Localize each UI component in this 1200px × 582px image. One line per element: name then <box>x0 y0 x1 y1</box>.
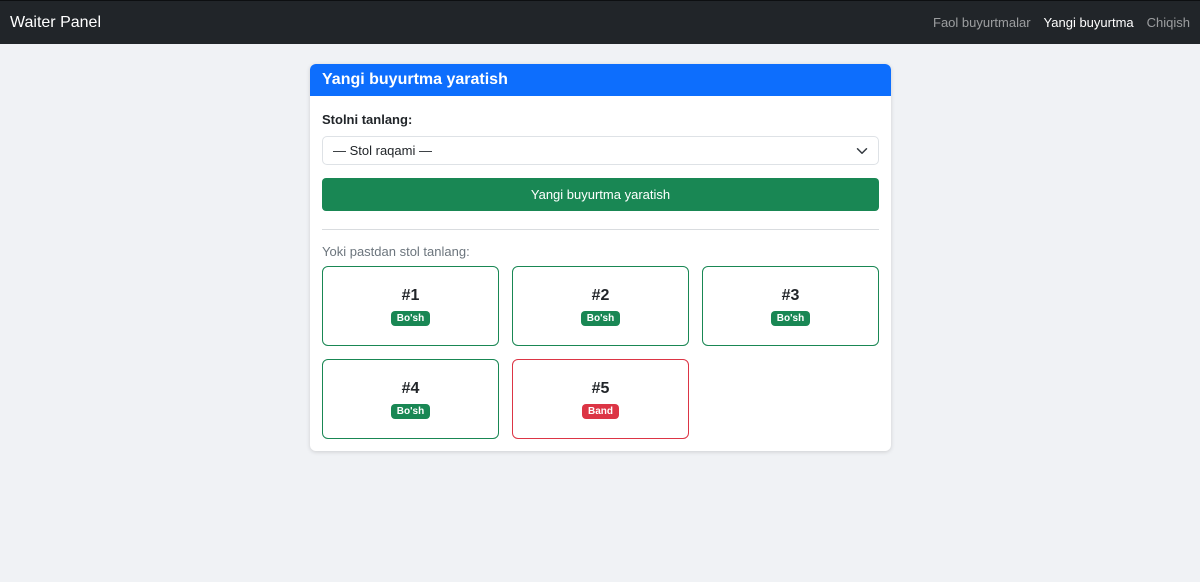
table-number: #2 <box>591 286 610 304</box>
status-badge: Bo'sh <box>770 310 811 326</box>
table-card-4[interactable]: #4 Bo'sh <box>322 359 499 439</box>
new-order-card: Yangi buyurtma yaratish Stolni tanlang: … <box>310 64 891 451</box>
divider <box>322 229 879 230</box>
table-number: #1 <box>401 286 420 304</box>
card-title: Yangi buyurtma yaratish <box>322 71 508 88</box>
create-order-button[interactable]: Yangi buyurtma yaratish <box>322 178 879 211</box>
nav-link-new-order[interactable]: Yangi buyurtma <box>1044 15 1134 30</box>
table-card-3[interactable]: #3 Bo'sh <box>702 266 879 346</box>
card-body: Stolni tanlang: — Stol raqami — Yangi bu… <box>310 96 891 451</box>
status-badge: Bo'sh <box>390 310 431 326</box>
table-card-1[interactable]: #1 Bo'sh <box>322 266 499 346</box>
navbar: Waiter Panel Faol buyurtmalar Yangi buyu… <box>0 0 1200 44</box>
status-badge: Bo'sh <box>580 310 621 326</box>
brand-title[interactable]: Waiter Panel <box>10 14 101 32</box>
table-card-5[interactable]: #5 Band <box>512 359 689 439</box>
nav-link-logout[interactable]: Chiqish <box>1147 15 1190 30</box>
table-number: #4 <box>401 379 420 397</box>
nav-links: Faol buyurtmalar Yangi buyurtma Chiqish <box>933 15 1190 30</box>
table-select-value: — Stol raqami — <box>333 143 432 158</box>
nav-link-active-orders[interactable]: Faol buyurtmalar <box>933 15 1031 30</box>
select-table-label: Stolni tanlang: <box>322 112 413 127</box>
table-card-2[interactable]: #2 Bo'sh <box>512 266 689 346</box>
table-select[interactable]: — Stol raqami — <box>322 136 879 165</box>
table-number: #3 <box>781 286 800 304</box>
card-header: Yangi buyurtma yaratish <box>310 64 891 96</box>
table-grid: #1 Bo'sh #2 Bo'sh #3 Bo'sh #4 Bo'sh #5 B… <box>322 266 879 439</box>
chevron-down-icon <box>856 147 868 154</box>
status-badge: Bo'sh <box>390 403 431 419</box>
status-badge: Band <box>582 403 619 419</box>
choose-table-hint: Yoki pastdan stol tanlang: <box>322 244 470 259</box>
table-number: #5 <box>591 379 610 397</box>
